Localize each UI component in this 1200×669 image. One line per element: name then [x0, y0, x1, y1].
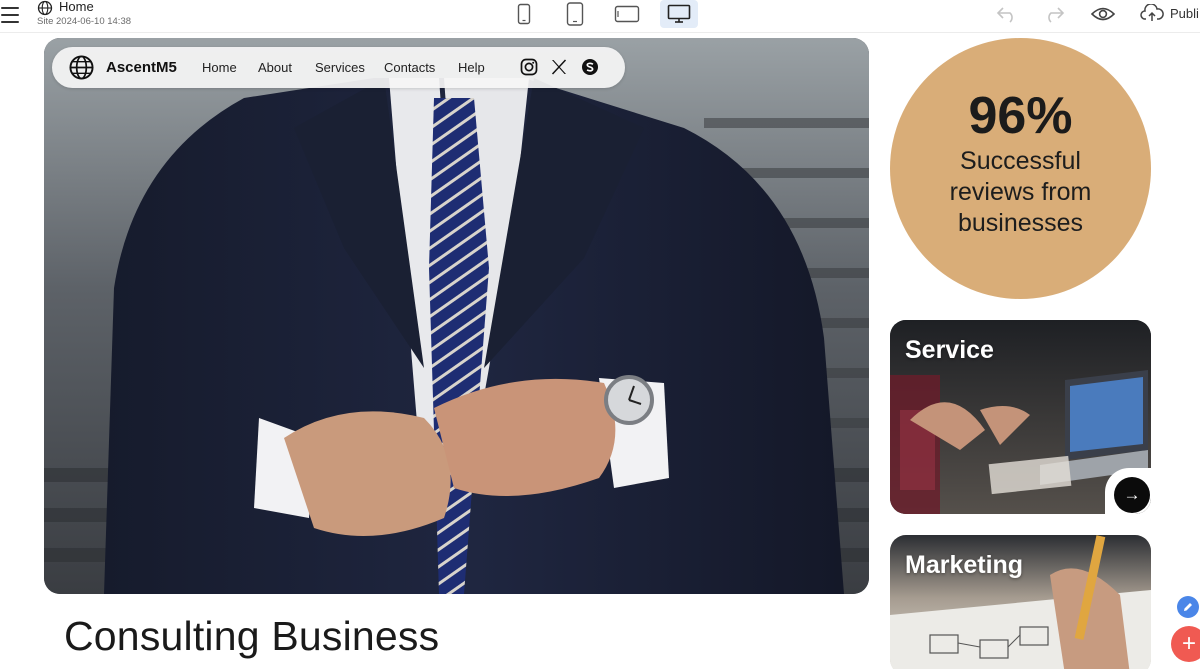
redo-icon[interactable]: [1042, 3, 1066, 25]
service-card[interactable]: Service →: [890, 320, 1151, 514]
undo-icon[interactable]: [995, 3, 1019, 25]
nav-link-about[interactable]: About: [258, 60, 292, 75]
instagram-icon[interactable]: [520, 58, 538, 76]
add-block-button[interactable]: +: [1171, 626, 1200, 662]
desktop-monitor-icon: [667, 4, 691, 23]
edit-pencil-icon[interactable]: [1177, 596, 1199, 618]
skype-icon[interactable]: [581, 58, 599, 76]
nav-link-services[interactable]: Services: [315, 60, 365, 75]
device-phone-small-button[interactable]: [505, 0, 543, 28]
publish-button[interactable]: Publi: [1140, 4, 1199, 22]
stat-badge: 96% Successful reviews from businesses: [890, 38, 1151, 299]
nav-link-help[interactable]: Help: [458, 60, 485, 75]
nav-link-home[interactable]: Home: [202, 60, 237, 75]
editor-toolbar: Home Site 2024-06-10 14:38 Publi: [0, 0, 1200, 33]
site-page-title[interactable]: Home: [59, 0, 94, 14]
nav-link-contacts[interactable]: Contacts: [384, 60, 435, 75]
plus-icon: +: [1181, 630, 1196, 657]
site-last-saved: Site 2024-06-10 14:38: [37, 16, 132, 27]
brand-name[interactable]: AscentM5: [106, 59, 177, 76]
device-desktop-button[interactable]: [660, 0, 698, 28]
cloud-upload-icon: [1140, 4, 1164, 21]
stat-value: 96%: [968, 87, 1073, 145]
page-headline: Consulting Business: [64, 613, 440, 659]
service-card-title: Service: [905, 336, 994, 364]
menu-hamburger-icon[interactable]: [0, 4, 22, 26]
device-phone-button[interactable]: [556, 0, 594, 28]
globe-logo-icon[interactable]: [69, 55, 94, 80]
phone-portrait-icon: [517, 3, 531, 25]
hero-image: [44, 38, 869, 594]
device-tablet-button[interactable]: [608, 0, 646, 28]
marketing-card[interactable]: Marketing: [890, 535, 1151, 669]
preview-eye-icon[interactable]: [1091, 3, 1115, 25]
site-navbar: AscentM5 Home About Services Contacts He…: [52, 47, 625, 88]
globe-icon: [37, 0, 53, 16]
tablet-landscape-icon: [614, 5, 640, 23]
x-twitter-icon[interactable]: [550, 58, 568, 76]
arrow-right-icon[interactable]: →: [1114, 477, 1150, 513]
marketing-card-title: Marketing: [905, 551, 1024, 579]
stat-label: Successful reviews from businesses: [949, 147, 1092, 237]
phone-large-icon: [566, 2, 584, 26]
headline-container: Consulting Business: [44, 595, 478, 669]
publish-label: Publi: [1170, 5, 1199, 21]
